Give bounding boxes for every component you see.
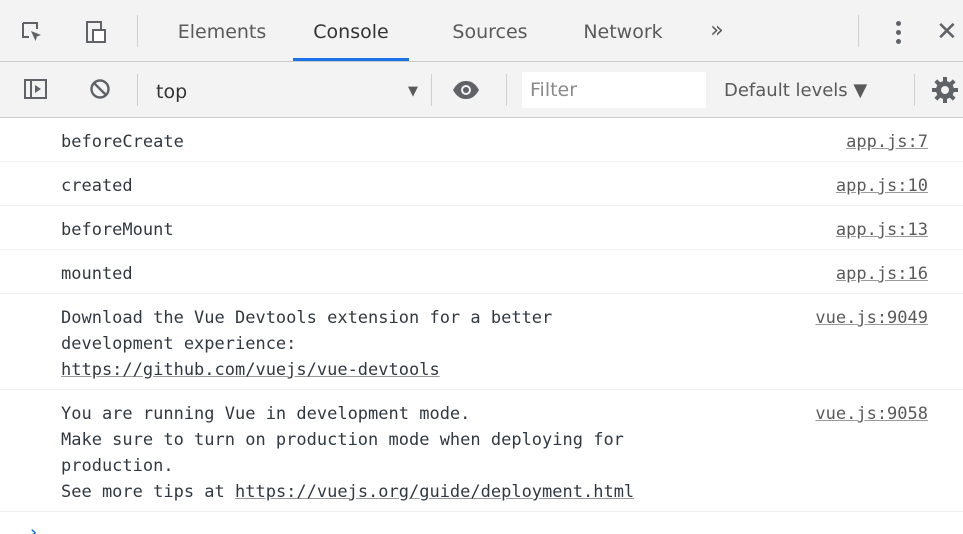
message-text: beforeMount — [61, 220, 174, 240]
message-text: You are running Vue in development mode.… — [61, 401, 783, 505]
clear-console-icon[interactable] — [86, 75, 114, 103]
tab-network[interactable]: Network — [574, 0, 672, 60]
message-line: production. — [61, 456, 174, 476]
console-message: You are running Vue in development mode.… — [0, 390, 963, 512]
message-line: Download the Vue Devtools extension for … — [61, 308, 553, 328]
tabbar-separator — [137, 15, 138, 47]
console-messages: beforeCreate app.js:7 created app.js:10 … — [0, 118, 963, 534]
message-line: You are running Vue in development mode. — [61, 404, 471, 424]
close-devtools-button[interactable]: ✕ — [936, 0, 958, 60]
toolbar-separator — [431, 74, 432, 106]
prompt-caret-icon: › — [28, 522, 39, 534]
toolbar-separator — [506, 74, 507, 106]
filter-input[interactable] — [522, 72, 706, 108]
console-toolbar: top ▼ Default levels ▼ — [0, 62, 963, 118]
message-url-link[interactable]: https://vuejs.org/guide/deployment.html — [235, 482, 634, 502]
devtools-window: Elements Console Sources Network » ✕ top… — [0, 0, 963, 534]
console-message: Download the Vue Devtools extension for … — [0, 294, 963, 390]
tab-sources[interactable]: Sources — [444, 0, 536, 60]
message-text: created — [61, 176, 133, 196]
show-sidebar-icon[interactable] — [22, 75, 50, 103]
message-line: development experience: — [61, 334, 297, 354]
device-toolbar-icon[interactable] — [82, 18, 110, 46]
customize-menu-icon[interactable] — [886, 18, 910, 46]
more-tabs-button[interactable]: » — [704, 0, 730, 60]
message-text: beforeCreate — [61, 132, 184, 152]
console-message: mounted app.js:16 — [0, 250, 963, 294]
context-label: top — [156, 81, 188, 103]
tab-elements[interactable]: Elements — [170, 0, 274, 60]
message-source-link[interactable]: vue.js:9058 — [815, 401, 928, 427]
message-text: mounted — [61, 264, 133, 284]
message-source-link[interactable]: app.js:16 — [836, 261, 928, 287]
message-source-link[interactable]: app.js:7 — [846, 129, 928, 155]
console-prompt[interactable]: › — [0, 512, 963, 534]
message-url-link[interactable]: https://github.com/vuejs/vue-devtools — [61, 360, 440, 380]
console-message: beforeMount app.js:13 — [0, 206, 963, 250]
message-line: Make sure to turn on production mode whe… — [61, 430, 624, 450]
tabbar-separator — [858, 15, 859, 47]
live-expression-eye-icon[interactable] — [451, 78, 481, 102]
inspect-element-icon[interactable] — [18, 18, 46, 46]
tab-console[interactable]: Console — [293, 0, 409, 61]
console-message: beforeCreate app.js:7 — [0, 118, 963, 162]
message-source-link[interactable]: app.js:13 — [836, 217, 928, 243]
message-source-link[interactable]: vue.js:9049 — [815, 305, 928, 331]
devtools-tabbar: Elements Console Sources Network » ✕ — [0, 0, 963, 62]
console-message: created app.js:10 — [0, 162, 963, 206]
message-source-link[interactable]: app.js:10 — [836, 173, 928, 199]
toolbar-separator — [914, 74, 915, 106]
message-line: See more tips at — [61, 482, 235, 502]
toolbar-separator — [137, 74, 138, 106]
message-text: Download the Vue Devtools extension for … — [61, 305, 783, 383]
console-settings-gear-icon[interactable] — [930, 75, 960, 105]
execution-context-select[interactable]: top ▼ — [146, 70, 422, 110]
log-levels-dropdown[interactable]: Default levels ▼ — [724, 62, 867, 118]
dropdown-arrow-icon: ▼ — [408, 84, 418, 99]
